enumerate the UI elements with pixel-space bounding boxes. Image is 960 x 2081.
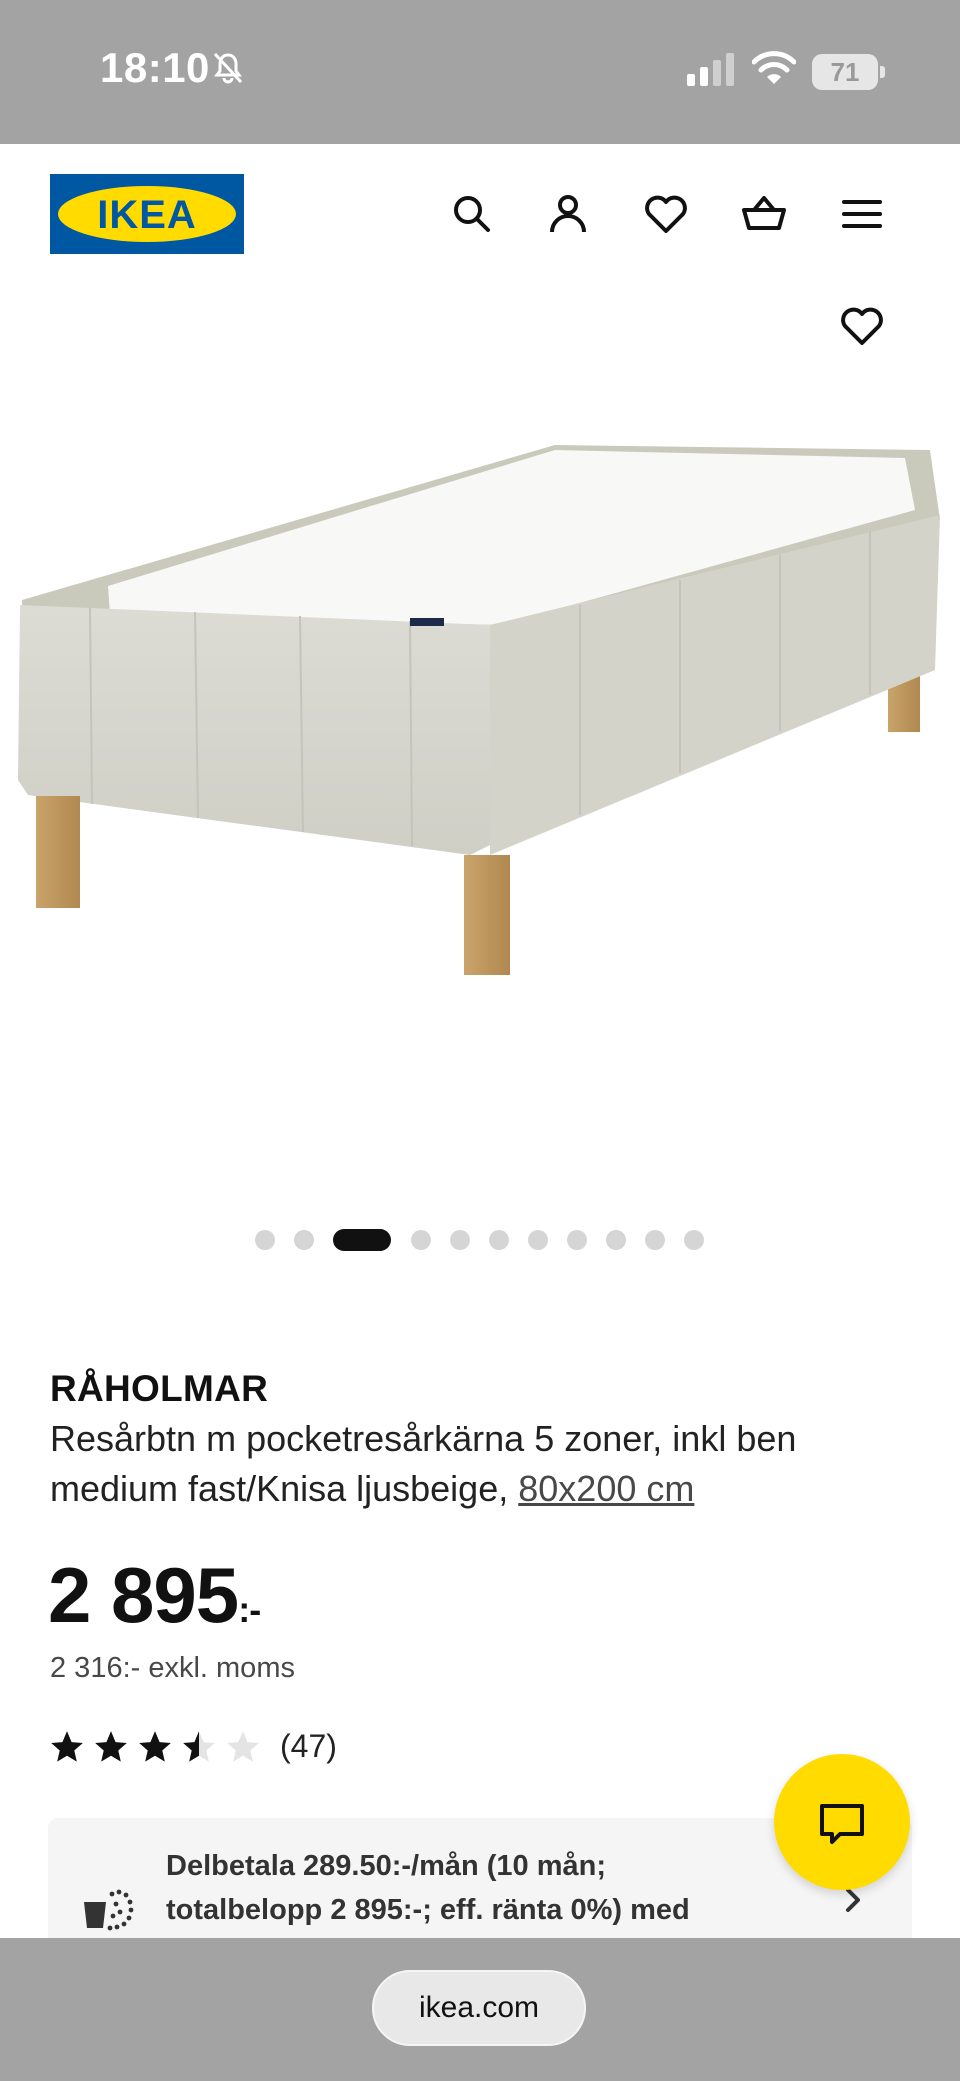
add-to-wishlist-icon[interactable] — [838, 302, 886, 350]
account-icon[interactable] — [544, 190, 592, 238]
status-bar: 18:10 71 — [0, 0, 960, 144]
logo-oval: IKEA — [58, 186, 236, 242]
carousel-dot[interactable] — [255, 1230, 275, 1250]
site-header: IKEA — [0, 144, 960, 284]
rating-count[interactable]: (47) — [280, 1728, 337, 1765]
carousel-dot[interactable] — [684, 1230, 704, 1250]
star-empty-icon — [227, 1731, 259, 1762]
logo-text: IKEA — [97, 193, 197, 237]
carousel-dot[interactable] — [489, 1230, 509, 1250]
star-half-icon — [183, 1731, 215, 1762]
product-name: RÅHOLMAR — [50, 1368, 269, 1409]
installment-icon — [84, 1889, 134, 1931]
carousel-dot[interactable] — [606, 1230, 626, 1250]
carousel-dot[interactable] — [450, 1230, 470, 1250]
wifi-icon — [752, 51, 796, 84]
battery-indicator: 71 — [812, 54, 878, 90]
installment-line-1: Delbetala 289.50:-/mån (10 mån; — [166, 1850, 607, 1882]
product-description: Resårbtn m pocketresårkärna 5 zoner, ink… — [50, 1414, 930, 1514]
url-bar[interactable]: ikea.com — [372, 1970, 586, 2046]
carousel-dot[interactable] — [528, 1230, 548, 1250]
carousel-dots — [0, 1228, 960, 1252]
product-price: 2 895:- — [48, 1550, 261, 1641]
price-suffix: :- — [238, 1589, 261, 1630]
chat-button[interactable] — [774, 1754, 910, 1890]
menu-icon[interactable] — [838, 190, 886, 238]
price-main: 2 895 — [48, 1551, 239, 1639]
star-full-icon — [95, 1731, 127, 1762]
product-image[interactable] — [0, 400, 960, 1080]
chat-icon — [820, 1804, 864, 1844]
basket-icon[interactable] — [740, 190, 788, 238]
search-icon[interactable] — [448, 190, 496, 238]
status-time: 18:10 — [100, 44, 210, 91]
battery-cap — [880, 66, 885, 78]
wishlist-icon[interactable] — [642, 190, 690, 238]
ikea-logo[interactable]: IKEA — [50, 174, 244, 254]
carousel-dot[interactable] — [294, 1230, 314, 1250]
browser-bottom-bar: ikea.com — [0, 1938, 960, 2081]
signal-icon — [687, 53, 734, 86]
carousel-dot[interactable] — [411, 1230, 431, 1250]
carousel-dot-active[interactable] — [333, 1229, 391, 1251]
installment-line-2: totalbelopp 2 895:-; eff. ränta 0%) med — [166, 1894, 690, 1926]
star-full-icon — [51, 1731, 83, 1762]
price-excl-vat: 2 316:- exkl. moms — [50, 1652, 295, 1684]
bell-muted-icon — [213, 52, 243, 84]
size-link[interactable]: 80x200 cm — [518, 1468, 694, 1509]
carousel-dot[interactable] — [645, 1230, 665, 1250]
carousel-dot[interactable] — [567, 1230, 587, 1250]
installment-text: Delbetala 289.50:-/mån (10 mån; totalbel… — [166, 1844, 806, 1932]
star-full-icon — [139, 1731, 171, 1762]
